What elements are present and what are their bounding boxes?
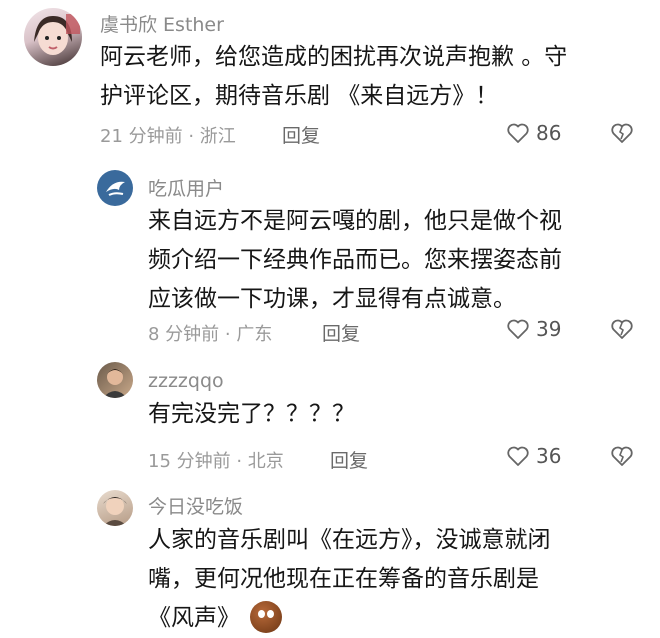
heart-icon	[507, 446, 529, 466]
comment-line: 护评论区，期待音乐剧 《来自远方》！	[100, 83, 499, 109]
comment-text: 人家的音乐剧叫《在远方》，没诚意就闭 嘴，更何况他现在正在筹备的音乐剧是 《风声…	[148, 521, 551, 638]
like-count: 86	[536, 121, 562, 145]
comment-meta: 15 分钟前 · 北京	[148, 451, 284, 472]
avatar[interactable]	[24, 8, 82, 66]
reply-button[interactable]: 回复	[322, 319, 360, 346]
username[interactable]: 虞书欣 Esther	[100, 10, 224, 37]
avatar[interactable]	[97, 362, 133, 398]
comment-item: 今日没吃饭 人家的音乐剧叫《在远方》，没诚意就闭 嘴，更何况他现在正在筹备的音乐…	[0, 485, 660, 633]
reply-button[interactable]: 回复	[282, 121, 320, 148]
avatar-image	[103, 369, 127, 398]
heart-icon	[507, 319, 529, 339]
heart-icon	[507, 123, 529, 143]
avatar-image	[103, 497, 127, 526]
comment-item: 吃瓜用户 来自远方不是阿云嘎的剧，他只是做个视 频介绍一下经典作品而已。您来摆姿…	[0, 160, 660, 360]
like-count: 39	[536, 317, 562, 341]
comment-line: 人家的音乐剧叫《在远方》，没诚意就闭	[148, 527, 551, 553]
reply-button[interactable]: 回复	[330, 446, 368, 473]
comment-meta: 8 分钟前 · 广东	[148, 324, 273, 345]
comment-line: 来自远方不是阿云嘎的剧，他只是做个视	[148, 208, 562, 234]
face-emoji-icon	[250, 600, 282, 633]
avatar-image	[34, 14, 80, 55]
like-button[interactable]: 39	[506, 317, 561, 341]
comment-line: 阿云老师，给您造成的困扰再次说声抱歉 。守	[100, 44, 568, 70]
broken-heart-icon[interactable]	[610, 445, 634, 467]
username[interactable]: zzzzqqo	[148, 370, 224, 392]
like-button[interactable]: 36	[506, 444, 561, 468]
comment-item: zzzzqqo 有完没完了？？？？ 15 分钟前 · 北京 回复 36	[0, 360, 660, 485]
broken-heart-icon[interactable]	[610, 318, 634, 340]
comment-meta: 21 分钟前 · 浙江	[100, 126, 236, 147]
comment-line: 应该做一下功课，才显得有点诚意。	[148, 286, 516, 312]
bird-icon	[106, 181, 125, 196]
username[interactable]: 吃瓜用户	[148, 174, 224, 201]
comment-item: 虞书欣 Esther 阿云老师，给您造成的困扰再次说声抱歉 。守 护评论区，期待…	[0, 0, 660, 160]
comment-line: 频介绍一下经典作品而已。您来摆姿态前	[148, 247, 562, 273]
avatar[interactable]	[97, 170, 133, 206]
comment-line: 有完没完了？？？？	[148, 401, 355, 427]
comment-text: 有完没完了？？？？	[148, 395, 355, 434]
like-count: 36	[536, 444, 562, 468]
avatar[interactable]	[97, 490, 133, 526]
comment-line: 《风声》	[148, 605, 240, 631]
like-button[interactable]: 86	[506, 121, 561, 145]
username[interactable]: 今日没吃饭	[148, 492, 243, 519]
comment-line-with-emoji: 《风声》	[148, 599, 551, 638]
comment-text: 阿云老师，给您造成的困扰再次说声抱歉 。守 护评论区，期待音乐剧 《来自远方》！	[100, 38, 567, 116]
comment-line: 嘴，更何况他现在正在筹备的音乐剧是	[148, 566, 539, 592]
broken-heart-icon[interactable]	[610, 122, 634, 144]
comment-text: 来自远方不是阿云嘎的剧，他只是做个视 频介绍一下经典作品而已。您来摆姿态前 应该…	[148, 202, 562, 319]
